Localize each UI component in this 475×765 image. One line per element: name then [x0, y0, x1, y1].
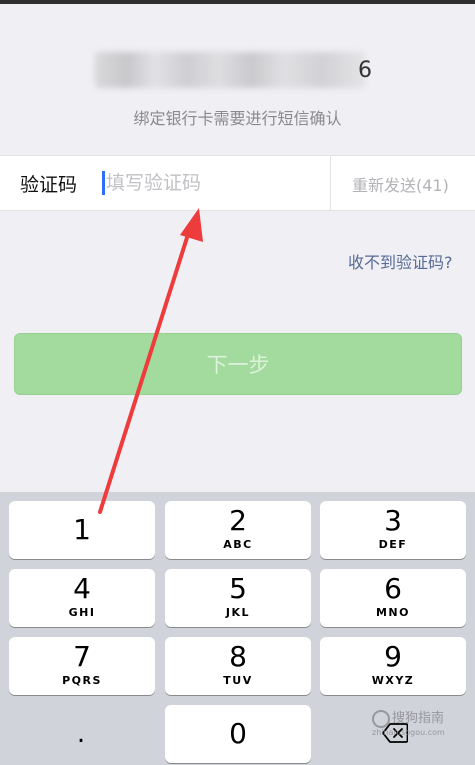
- watermark-text: 搜狗指南: [392, 711, 445, 726]
- watermark-logo: 搜狗指南 zhinan.sogou.com: [372, 707, 445, 737]
- red-arrow-annotation: [98, 208, 203, 514]
- watermark-subtext: zhinan.sogou.com: [372, 727, 445, 737]
- watermark-icon: [372, 709, 390, 728]
